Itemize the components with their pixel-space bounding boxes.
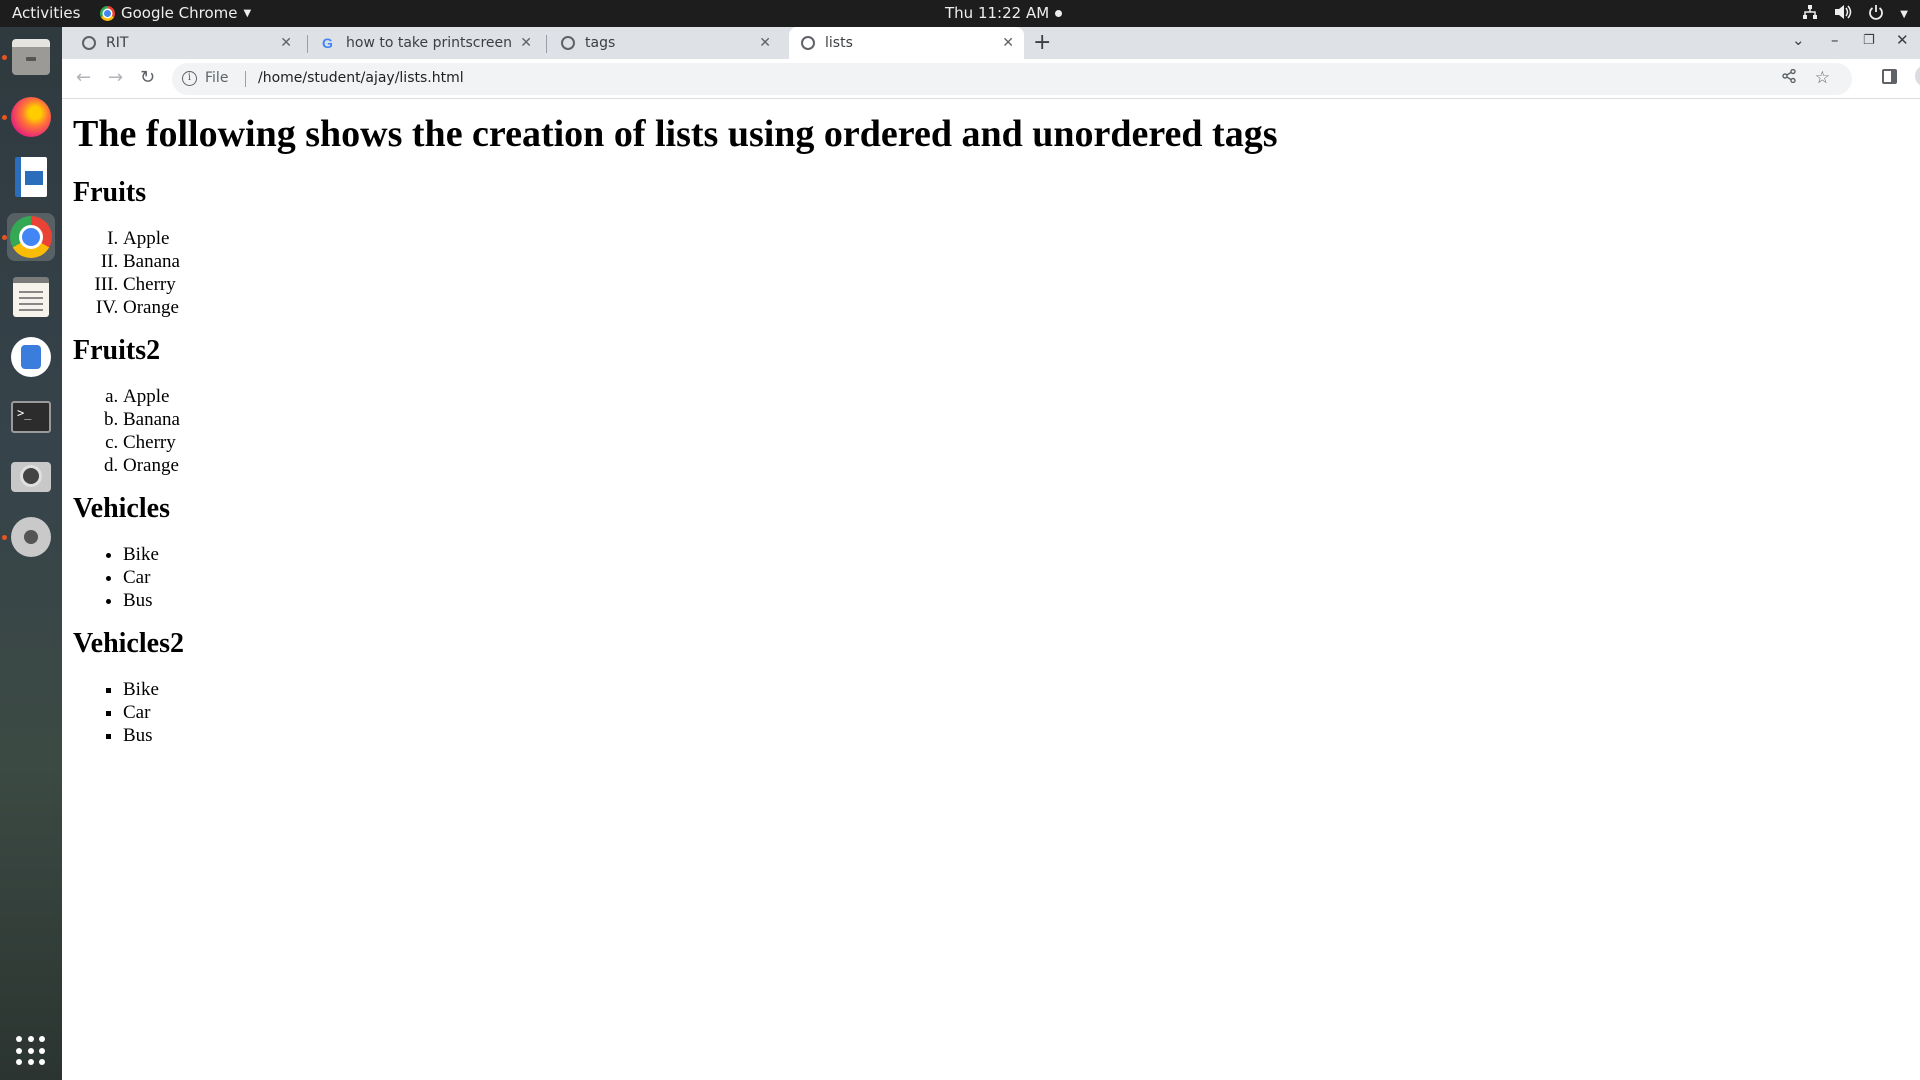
google-icon: G bbox=[322, 35, 333, 51]
page-content: The following shows the creation of list… bbox=[62, 104, 1920, 1080]
chevron-down-icon: ▼ bbox=[1900, 8, 1908, 20]
list-item: Cherry bbox=[123, 273, 1909, 296]
bookmark-star-icon[interactable]: ☆ bbox=[1815, 68, 1830, 88]
dock: >_ bbox=[0, 27, 62, 1080]
section-title-vehicles: Vehicles bbox=[73, 493, 170, 524]
url-scheme-label: File bbox=[205, 70, 229, 86]
app-menu[interactable]: Google Chrome ▼ bbox=[100, 4, 251, 22]
address-bar[interactable]: i File /home/student/ajay/lists.html ☆ bbox=[172, 63, 1852, 95]
close-icon[interactable]: ✕ bbox=[520, 35, 532, 51]
tab-strip: RIT ✕ G how to take printscreen i ✕ tags… bbox=[62, 27, 1920, 59]
browser-toolbar: ← → ↻ i File /home/student/ajay/lists.ht… bbox=[62, 59, 1920, 99]
tab-lists[interactable]: lists ✕ bbox=[789, 27, 1024, 59]
list-item: Car bbox=[123, 566, 1909, 589]
screenshot-icon[interactable] bbox=[7, 453, 55, 501]
side-panel-icon[interactable] bbox=[1882, 69, 1897, 84]
section-title-fruits2: Fruits2 bbox=[73, 335, 161, 366]
list-item: Bike bbox=[123, 543, 1909, 566]
tab-divider bbox=[307, 35, 308, 53]
new-tab-button[interactable]: + bbox=[1033, 30, 1051, 55]
ordered-list-alpha: Apple Banana Cherry Orange bbox=[73, 385, 1909, 477]
tab-google-search[interactable]: G how to take printscreen i ✕ bbox=[310, 27, 542, 59]
unordered-list-disc: Bike Car Bus bbox=[73, 543, 1909, 612]
show-apps-icon[interactable] bbox=[7, 1027, 55, 1075]
tab-title: how to take printscreen i bbox=[346, 35, 513, 51]
terminal-icon[interactable]: >_ bbox=[7, 393, 55, 441]
back-icon[interactable]: ← bbox=[76, 67, 91, 88]
info-icon[interactable]: i bbox=[182, 71, 197, 86]
forward-icon[interactable]: → bbox=[108, 67, 123, 88]
list-item: Cherry bbox=[123, 431, 1909, 454]
tab-rit[interactable]: RIT ✕ bbox=[70, 27, 302, 59]
globe-icon bbox=[561, 36, 575, 50]
android-studio-icon[interactable] bbox=[7, 333, 55, 381]
list-item: Bus bbox=[123, 724, 1909, 747]
url-text[interactable]: /home/student/ajay/lists.html bbox=[258, 70, 464, 86]
reload-icon[interactable]: ↻ bbox=[140, 67, 155, 88]
list-item: Bus bbox=[123, 589, 1909, 612]
list-item: Banana bbox=[123, 250, 1909, 273]
list-item: Apple bbox=[123, 385, 1909, 408]
tab-title: tags bbox=[585, 35, 616, 51]
tab-title: lists bbox=[825, 35, 853, 51]
list-item: Apple bbox=[123, 227, 1909, 250]
profile-avatar-icon[interactable] bbox=[1915, 65, 1920, 87]
app-menu-label: Google Chrome bbox=[121, 4, 238, 22]
chevron-down-icon: ▼ bbox=[243, 7, 252, 19]
ordered-list-roman: Apple Banana Cherry Orange bbox=[73, 227, 1909, 319]
tab-search-icon[interactable]: ⌄ bbox=[1792, 31, 1805, 49]
power-icon bbox=[1868, 4, 1884, 24]
close-icon[interactable]: ✕ bbox=[759, 35, 771, 51]
volume-icon bbox=[1834, 4, 1852, 24]
browser-window: RIT ✕ G how to take printscreen i ✕ tags… bbox=[62, 27, 1920, 1080]
list-item: Car bbox=[123, 701, 1909, 724]
list-item: Bike bbox=[123, 678, 1909, 701]
unordered-list-square: Bike Car Bus bbox=[73, 678, 1909, 747]
tab-tags[interactable]: tags ✕ bbox=[549, 27, 781, 59]
libreoffice-writer-icon[interactable] bbox=[7, 153, 55, 201]
files-icon[interactable] bbox=[7, 33, 55, 81]
url-divider bbox=[245, 71, 246, 87]
tab-divider bbox=[546, 35, 547, 53]
minimize-icon[interactable]: – bbox=[1831, 31, 1839, 49]
close-icon[interactable]: ✕ bbox=[1002, 35, 1014, 51]
notification-dot-icon bbox=[1055, 9, 1063, 17]
close-icon[interactable]: ✕ bbox=[280, 35, 292, 51]
firefox-icon[interactable] bbox=[7, 93, 55, 141]
globe-icon bbox=[82, 36, 96, 50]
restore-icon[interactable]: ❐ bbox=[1863, 33, 1875, 48]
text-editor-icon[interactable] bbox=[7, 273, 55, 321]
share-icon[interactable] bbox=[1782, 68, 1796, 87]
chrome-icon bbox=[100, 5, 115, 21]
settings-icon[interactable] bbox=[7, 513, 55, 561]
globe-icon bbox=[801, 36, 815, 50]
list-item: Orange bbox=[123, 454, 1909, 477]
list-item: Orange bbox=[123, 296, 1909, 319]
activities-button[interactable]: Activities bbox=[12, 4, 80, 22]
page-heading: The following shows the creation of list… bbox=[73, 113, 1278, 155]
close-window-icon[interactable]: ✕ bbox=[1896, 31, 1909, 49]
section-title-fruits: Fruits bbox=[73, 177, 147, 208]
chrome-icon[interactable] bbox=[7, 213, 55, 261]
clock[interactable]: Thu 11:22 AM bbox=[945, 4, 1063, 22]
clock-label: Thu 11:22 AM bbox=[945, 4, 1050, 22]
network-icon bbox=[1802, 4, 1818, 24]
system-tray[interactable]: ▼ bbox=[1802, 4, 1908, 24]
tab-title: RIT bbox=[106, 35, 129, 51]
system-top-bar: Activities Google Chrome ▼ Thu 11:22 AM … bbox=[0, 0, 1920, 27]
list-item: Banana bbox=[123, 408, 1909, 431]
section-title-vehicles2: Vehicles2 bbox=[73, 628, 184, 659]
